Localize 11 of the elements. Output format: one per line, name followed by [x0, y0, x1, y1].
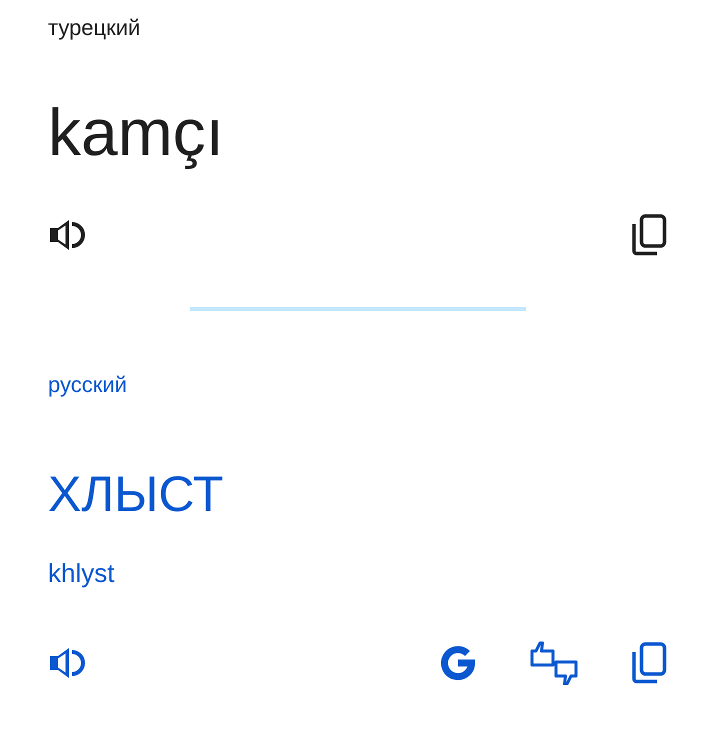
copy-icon[interactable] — [631, 214, 667, 256]
thumbs-feedback-icon[interactable] — [530, 641, 578, 685]
speaker-icon[interactable] — [48, 217, 88, 253]
speaker-icon[interactable] — [48, 645, 88, 681]
target-language-label: русский — [48, 371, 127, 399]
copy-icon[interactable] — [631, 642, 667, 684]
g-logo-icon[interactable] — [438, 643, 478, 683]
transliteration-text: khlyst — [48, 557, 114, 589]
translation-text: ХЛЫСТ — [48, 465, 224, 524]
source-language-label: турецкий — [48, 14, 140, 42]
source-text: kamçı — [48, 94, 224, 171]
